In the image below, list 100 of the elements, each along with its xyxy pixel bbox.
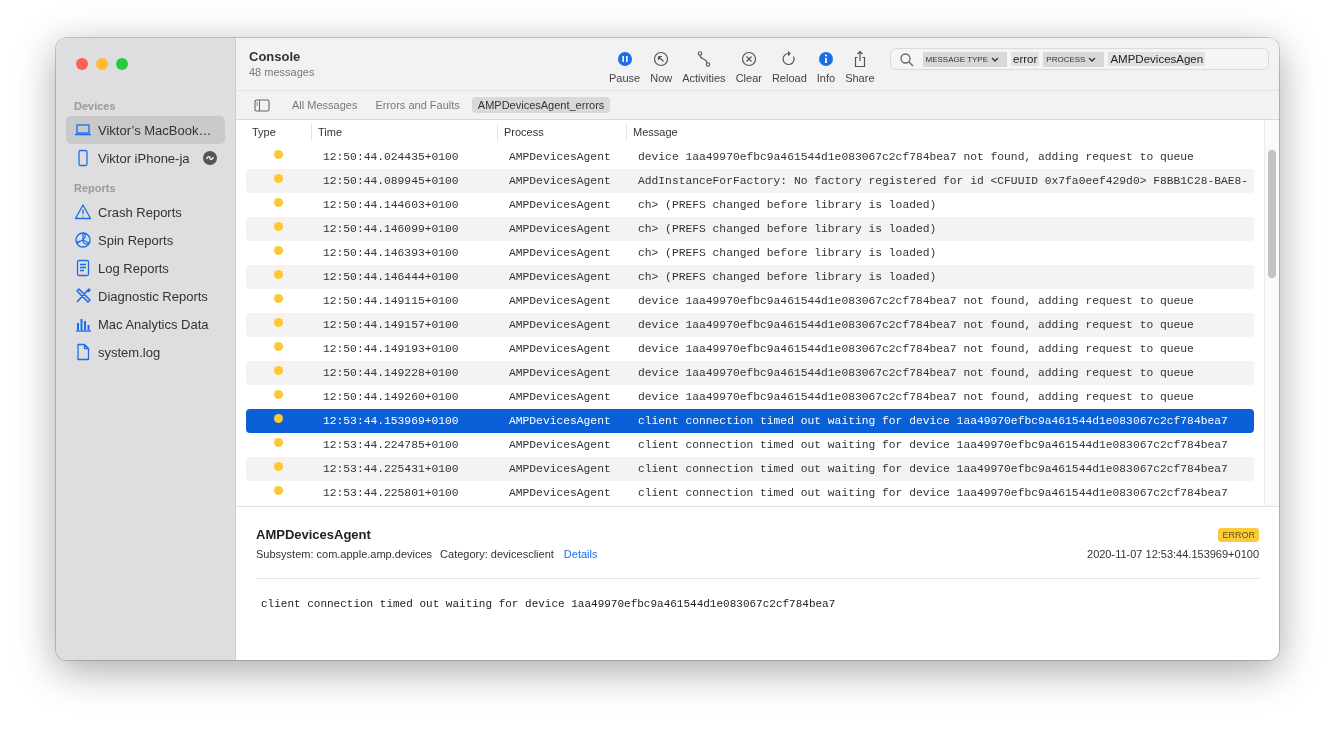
filter-token-value[interactable]: AMPDevicesAgen	[1108, 52, 1206, 66]
sidebar-item[interactable]: Crash Reports	[66, 198, 225, 226]
process-cell-text: AMPDevicesAgent	[508, 175, 612, 187]
log-row[interactable]: 12:50:44.144603+0100 AMPDevicesAgent ch> (PREFS changed before library is loaded)	[246, 193, 1254, 217]
message-cell-text: client connection timed out waiting for device 1aa49970efbc9a461544d1e083067c2cf784bea7	[637, 463, 1229, 475]
time-cell-text: 12:50:44.146393+0100	[322, 247, 460, 259]
error-dot-icon	[274, 222, 283, 231]
log-row[interactable]: 12:50:44.146444+0100 AMPDevicesAgent ch> (PREFS changed before library is loaded)	[246, 265, 1254, 289]
error-dot-icon	[274, 246, 283, 255]
process-cell-text: AMPDevicesAgent	[508, 367, 612, 379]
process-cell-text: AMPDevicesAgent	[508, 319, 612, 331]
log-row[interactable]: 12:50:44.089945+0100 AMPDevicesAgent AddInstanceForFactory: No factory registered for id <CFUUID 0x7fa0eef429d0> F8BB1C28-BAE8-	[246, 169, 1254, 193]
toolbar-button[interactable]: Reload	[766, 50, 812, 84]
error-dot-icon	[274, 390, 283, 399]
column-header[interactable]: Process	[497, 124, 626, 141]
message-cell-text: device 1aa49970efbc9a461544d1e083067c2cf784bea7 not found, adding request to queue	[637, 151, 1195, 163]
process-name: AMPDevicesAgent	[256, 527, 371, 542]
log-row[interactable]: 12:50:44.146393+0100 AMPDevicesAgent ch> (PREFS changed before library is loaded)	[246, 241, 1254, 265]
log-row[interactable]: 12:50:44.146099+0100 AMPDevicesAgent ch> (PREFS changed before library is loaded)	[246, 217, 1254, 241]
process-cell-text: AMPDevicesAgent	[508, 391, 612, 403]
message-cell-text: device 1aa49970efbc9a461544d1e083067c2cf784bea7 not found, adding request to queue	[637, 295, 1195, 307]
filter-token-value[interactable]: error	[1011, 52, 1040, 66]
arrow-circle-icon	[652, 50, 671, 68]
process-cell-text: AMPDevicesAgent	[508, 151, 612, 163]
error-dot-icon	[274, 198, 283, 207]
close-button[interactable]	[76, 58, 88, 70]
message-cell-text: device 1aa49970efbc9a461544d1e083067c2cf784bea7 not found, adding request to queue	[637, 343, 1195, 355]
sidebar-item[interactable]: Spin Reports	[66, 226, 225, 254]
error-dot-icon	[274, 486, 283, 495]
time-cell-text: 12:53:44.153969+0100	[322, 415, 460, 427]
log-row[interactable]: 12:53:44.225801+0100 AMPDevicesAgent client connection timed out waiting for device 1aa49970efbc9a461544d1e083067c2cf784bea7	[246, 481, 1254, 505]
process-cell-text: AMPDevicesAgent	[508, 463, 612, 475]
message-cell-text: ch> (PREFS changed before library is loaded)	[637, 199, 938, 211]
log-row[interactable]: 12:50:44.149193+0100 AMPDevicesAgent device 1aa49970efbc9a461544d1e083067c2cf784bea7 not found, adding request to queue	[246, 337, 1254, 361]
toolbar-button[interactable]: Info	[811, 50, 841, 84]
error-dot-icon	[274, 414, 283, 423]
error-badge: ERROR	[1218, 527, 1259, 542]
time-cell-text: 12:53:44.224785+0100	[322, 439, 460, 451]
details-link[interactable]: Details	[563, 548, 598, 560]
time-cell-text: 12:53:44.225801+0100	[322, 487, 460, 499]
clear-icon	[739, 50, 758, 68]
search-field[interactable]: MESSAGE TYPE error PROCESS AMPDevicesAgen	[889, 48, 1269, 70]
sidebar-item[interactable]: system.log	[66, 338, 225, 366]
log-row[interactable]: 12:50:44.149115+0100 AMPDevicesAgent device 1aa49970efbc9a461544d1e083067c2cf784bea7 not found, adding request to queue	[246, 289, 1254, 313]
process-cell-text: AMPDevicesAgent	[508, 271, 612, 283]
scroll-thumb[interactable]	[1268, 150, 1276, 278]
time-cell-text: 12:50:44.089945+0100	[322, 175, 460, 187]
sidebar-item[interactable]: Viktor iPhone-ja	[66, 144, 225, 172]
time-cell-text: 12:50:44.144603+0100	[322, 199, 460, 211]
subsystem-text: Subsystem: com.apple.amp.devices	[256, 548, 433, 560]
scrollbar[interactable]	[1264, 120, 1279, 506]
message-cell-text: client connection timed out waiting for device 1aa49970efbc9a461544d1e083067c2cf784bea7	[637, 439, 1229, 451]
timestamp: 2020-11-07 12:53:44.153969+0100	[1087, 548, 1259, 560]
log-row[interactable]: 12:53:44.153969+0100 AMPDevicesAgent client connection timed out waiting for device 1aa49970efbc9a461544d1e083067c2cf784bea7	[246, 409, 1254, 433]
message-cell-text: ch> (PREFS changed before library is loaded)	[637, 223, 938, 235]
toolbar-button[interactable]: Clear	[730, 50, 767, 84]
search-icon	[898, 51, 914, 67]
message-cell-text: client connection timed out waiting for device 1aa49970efbc9a461544d1e083067c2cf784bea7	[637, 415, 1229, 427]
pinwheel-icon	[74, 231, 92, 249]
time-cell-text: 12:50:44.149193+0100	[322, 343, 460, 355]
log-row[interactable]: 12:53:44.225431+0100 AMPDevicesAgent client connection timed out waiting for device 1aa49970efbc9a461544d1e083067c2cf784bea7	[246, 457, 1254, 481]
pause-icon	[615, 50, 634, 68]
filter-tab[interactable]: All Messages	[286, 97, 364, 113]
error-dot-icon	[274, 366, 283, 375]
time-cell-text: 12:50:44.146444+0100	[322, 271, 460, 283]
toolbar-button[interactable]: Pause	[604, 50, 646, 84]
message-cell-text: ch> (PREFS changed before library is loaded)	[637, 247, 938, 259]
document-icon	[74, 259, 92, 277]
sidebar-item[interactable]: Viktor’s MacBook…	[66, 116, 225, 144]
process-cell-text: AMPDevicesAgent	[508, 295, 612, 307]
error-dot-icon	[274, 462, 283, 471]
filter-tab[interactable]: AMPDevicesAgent_errors	[471, 97, 611, 113]
time-cell-text: 12:50:44.149157+0100	[322, 319, 460, 331]
log-row[interactable]: 12:50:44.149260+0100 AMPDevicesAgent device 1aa49970efbc9a461544d1e083067c2cf784bea7 not found, adding request to queue	[246, 385, 1254, 409]
filter-token-dropdown[interactable]: PROCESS	[1043, 51, 1105, 67]
sidebar-item[interactable]: Log Reports	[66, 254, 225, 282]
log-row[interactable]: 12:53:44.224785+0100 AMPDevicesAgent client connection timed out waiting for device 1aa49970efbc9a461544d1e083067c2cf784bea7	[246, 433, 1254, 457]
column-header[interactable]: Type	[246, 124, 311, 141]
message-cell-text: device 1aa49970efbc9a461544d1e083067c2cf784bea7 not found, adding request to queue	[637, 391, 1195, 403]
log-row[interactable]: 12:50:44.149157+0100 AMPDevicesAgent device 1aa49970efbc9a461544d1e083067c2cf784bea7 not found, adding request to queue	[246, 313, 1254, 337]
log-row[interactable]: 12:50:44.149228+0100 AMPDevicesAgent device 1aa49970efbc9a461544d1e083067c2cf784bea7 not found, adding request to queue	[246, 361, 1254, 385]
error-dot-icon	[274, 270, 283, 279]
filter-tab[interactable]: Errors and Faults	[369, 97, 466, 113]
zoom-button[interactable]	[116, 58, 128, 70]
sidebar-item[interactable]: Diagnostic Reports	[66, 282, 225, 310]
filter-token-dropdown[interactable]: MESSAGE TYPE	[922, 51, 1008, 67]
sidebar-item[interactable]: Mac Analytics Data	[66, 310, 225, 338]
process-cell-text: AMPDevicesAgent	[508, 247, 612, 259]
column-header[interactable]: Time	[311, 124, 497, 141]
toolbar-button[interactable]: Share	[840, 50, 880, 84]
message-cell-text: AddInstanceForFactory: No factory registered for id <CFUUID 0x7fa0eef429d0> F8BB1C28-BAE8-	[637, 175, 1250, 187]
log-row[interactable]: 12:50:44.024435+0100 AMPDevicesAgent device 1aa49970efbc9a461544d1e083067c2cf784bea7 not found, adding request to queue	[246, 145, 1254, 169]
sidebar-toggle-icon	[254, 97, 270, 113]
toolbar-button[interactable]: Activities	[677, 50, 731, 84]
error-dot-icon	[274, 294, 283, 303]
column-header[interactable]: Message	[626, 124, 1254, 141]
error-dot-icon	[274, 174, 283, 183]
error-dot-icon	[274, 318, 283, 327]
minimize-button[interactable]	[96, 58, 108, 70]
toolbar-button[interactable]: Now	[645, 50, 678, 84]
